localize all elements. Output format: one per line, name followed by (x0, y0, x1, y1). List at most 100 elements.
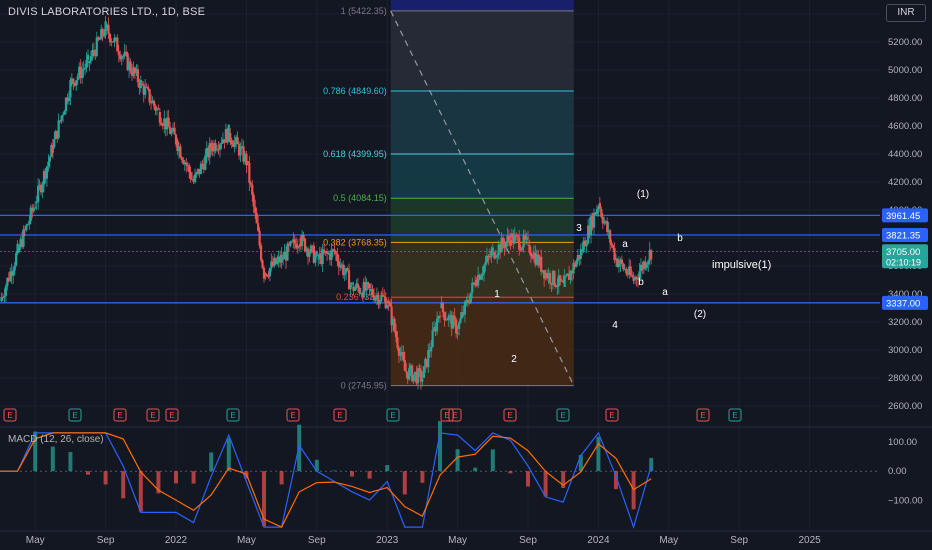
candle-body (248, 162, 251, 183)
candle-body (484, 262, 487, 266)
macd-title[interactable]: MACD (12, 26, close) (8, 434, 104, 445)
candle-body (565, 275, 568, 277)
candle-body (103, 35, 106, 37)
macd-histogram-bar (508, 471, 513, 474)
macd-axis-tick: 0.00 (888, 466, 907, 477)
candle-body (556, 286, 559, 288)
candle-body (468, 302, 471, 304)
candle-body (45, 166, 49, 179)
candle-body (281, 258, 285, 260)
macd-histogram-bar (367, 471, 372, 479)
candle-body (613, 247, 616, 261)
candle-body (529, 252, 533, 257)
candle-body (41, 184, 44, 193)
macd-axis-tick: −100.00 (888, 496, 923, 507)
level-price-tag-text: 3337.00 (886, 298, 920, 309)
candle-body (268, 268, 271, 277)
candle-body (491, 247, 494, 251)
candle-body (220, 143, 223, 145)
candle-body (86, 54, 90, 60)
candle-body (617, 263, 621, 267)
candle-body (26, 224, 29, 226)
candle-body (201, 163, 204, 165)
candle-body (466, 300, 469, 303)
candle-body (17, 247, 21, 252)
time-axis-tick: Sep (519, 535, 537, 546)
price-axis-tick: 4400.00 (888, 149, 922, 160)
candle-body (625, 269, 628, 274)
macd-histogram-bar (191, 471, 196, 484)
fib-level-label: 0.618 (4399.95) (323, 149, 387, 159)
candle-body (199, 163, 203, 174)
macd-histogram-bar (121, 471, 126, 499)
macd-histogram-bar (209, 452, 214, 472)
fib-level-label: 0 (2745.95) (341, 381, 387, 391)
earnings-marker-text: E (560, 411, 565, 420)
candle-body (459, 318, 462, 323)
candle-body (254, 206, 257, 213)
candle-body (315, 251, 318, 256)
candle-body (195, 172, 198, 175)
candle-body (493, 252, 496, 258)
candle-body (343, 272, 346, 276)
candle-body (179, 146, 182, 158)
candle-body (645, 264, 648, 268)
time-axis-tick: 2023 (376, 535, 399, 546)
macd-histogram-bar (138, 471, 143, 512)
candle-body (378, 301, 381, 305)
candle-body (280, 254, 283, 263)
candle-body (82, 68, 85, 71)
earnings-marker-text: E (700, 411, 705, 420)
candle-body (592, 212, 596, 228)
candle-body (471, 282, 474, 293)
candle-body (302, 234, 305, 239)
candle-body (22, 229, 25, 247)
candle-body (61, 114, 65, 116)
chart-window: 1 (5422.35) 0.786 (4849.60) 0.618 (4399.95… (0, 0, 932, 550)
candle-body (53, 139, 56, 147)
fib-level-label: 0.382 (3768.35) (323, 237, 387, 247)
candle-body (494, 257, 497, 259)
candle-body (218, 144, 222, 150)
candle-body (346, 268, 349, 271)
candle-body (393, 318, 396, 331)
candle-body (353, 287, 357, 291)
candle-body (548, 273, 552, 284)
wave-label: impulsive(1) (712, 259, 771, 271)
candle-body (152, 100, 156, 106)
candle-body (286, 243, 289, 261)
chart-canvas[interactable]: 1 (5422.35) 0.786 (4849.60) 0.618 (4399.95… (0, 0, 932, 550)
candle-body (600, 209, 603, 217)
macd-histogram-bar (332, 470, 337, 472)
time-axis-tick: Sep (308, 535, 326, 546)
candle-body (629, 266, 632, 276)
fib-level-label: 0.786 (4849.60) (323, 86, 387, 96)
candle-body (422, 366, 425, 378)
candle-body (108, 34, 112, 42)
earnings-marker-text: E (7, 411, 12, 420)
earnings-marker-text: E (150, 411, 155, 420)
candle-body (81, 70, 84, 79)
candle-body (180, 157, 183, 160)
fib-level-label: 0.5 (4084.15) (333, 193, 387, 203)
macd-histogram-bar (473, 467, 478, 472)
candle-body (334, 252, 337, 254)
candle-body (435, 318, 439, 332)
candle-body (148, 89, 151, 103)
candle-body (456, 332, 459, 334)
currency-button[interactable]: INR (886, 4, 926, 22)
candle-body (431, 330, 434, 348)
candle-body (622, 263, 625, 270)
candle-body (416, 368, 420, 384)
candle-body (1, 297, 5, 299)
price-axis-tick: 2800.00 (888, 373, 922, 384)
macd-histogram-bar (543, 471, 548, 497)
candle-body (239, 147, 242, 156)
candle-body (595, 209, 599, 215)
candle-body (233, 141, 236, 147)
macd-histogram-bar (455, 449, 460, 472)
candle-body (309, 245, 313, 253)
symbol-title[interactable]: DIVIS LABORATORIES LTD., 1D, BSE (8, 6, 205, 18)
candle-body (193, 174, 197, 182)
earnings-marker-text: E (230, 411, 235, 420)
